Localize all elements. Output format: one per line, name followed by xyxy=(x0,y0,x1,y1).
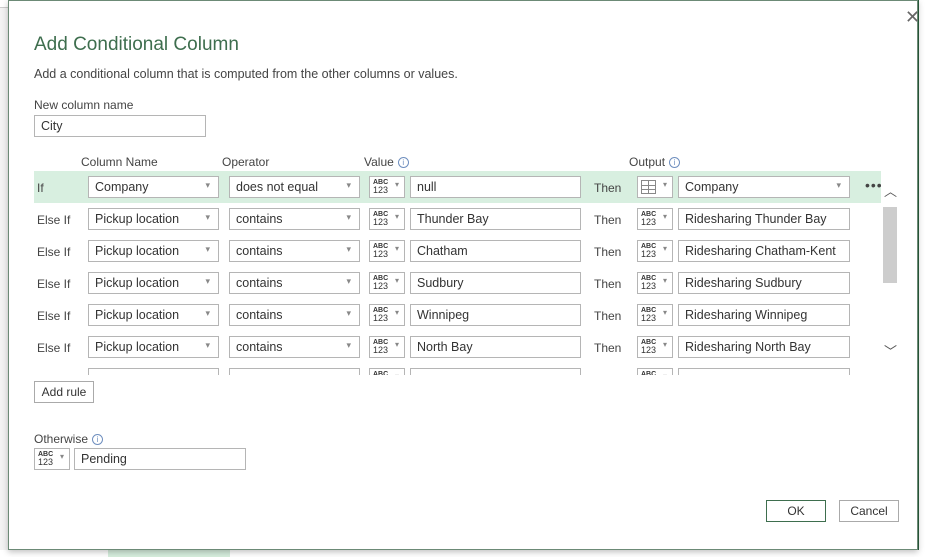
output-type-dropdown[interactable]: ▾ xyxy=(637,176,673,198)
output-type-dropdown[interactable]: ABC123▾ xyxy=(637,368,673,375)
value-type-dropdown[interactable]: ABC123▾ xyxy=(369,304,405,326)
then-label: Then xyxy=(594,309,622,323)
header-column-name: Column Name xyxy=(81,155,158,169)
value-type-dropdown[interactable]: ABC123▾ xyxy=(369,240,405,262)
column-name-dropdown[interactable] xyxy=(88,368,219,375)
rule-label: Else If xyxy=(37,213,71,227)
rule-row: ABC123▾ ABC123▾ xyxy=(34,363,899,375)
rule-label: Else If xyxy=(37,341,71,355)
value-input[interactable] xyxy=(410,368,581,375)
output-type-dropdown[interactable]: ABC123▾ xyxy=(637,208,673,230)
value-type-dropdown[interactable]: ABC123▾ xyxy=(369,272,405,294)
output-type-dropdown[interactable]: ABC123▾ xyxy=(637,272,673,294)
output-input[interactable]: Ridesharing Winnipeg xyxy=(678,304,850,326)
background-grid xyxy=(0,550,935,557)
output-input[interactable]: Ridesharing Thunder Bay xyxy=(678,208,850,230)
output-type-dropdown[interactable]: ABC123▾ xyxy=(637,240,673,262)
rule-row: Else IfPickup locationcontainsABC123▾Nor… xyxy=(34,331,899,363)
header-operator: Operator xyxy=(222,155,270,169)
column-name-dropdown[interactable]: Pickup location xyxy=(88,272,219,294)
then-label: Then xyxy=(594,277,622,291)
rule-row: Else IfPickup locationcontainsABC123▾Cha… xyxy=(34,235,899,267)
operator-dropdown[interactable]: contains xyxy=(229,336,360,358)
then-label: Then xyxy=(594,341,622,355)
rule-row: Else IfPickup locationcontainsABC123▾Sud… xyxy=(34,267,899,299)
new-column-label: New column name xyxy=(34,98,134,112)
rule-row: Else IfPickup locationcontainsABC123▾Win… xyxy=(34,299,899,331)
dialog-description: Add a conditional column that is compute… xyxy=(34,67,458,81)
output-input[interactable] xyxy=(678,368,850,375)
value-type-dropdown[interactable]: ABC123▾ xyxy=(369,368,405,375)
header-output: Output i xyxy=(629,155,681,169)
rule-label: Else If xyxy=(37,245,71,259)
operator-dropdown[interactable]: contains xyxy=(229,272,360,294)
dialog-title: Add Conditional Column xyxy=(34,34,239,55)
otherwise-type-dropdown[interactable]: ABC 123 ▾ xyxy=(34,448,70,470)
value-input[interactable]: null xyxy=(410,176,581,198)
value-type-dropdown[interactable]: ABC123▾ xyxy=(369,208,405,230)
value-type-dropdown[interactable]: ABC123▾ xyxy=(369,176,405,198)
rule-row: Else IfPickup locationcontainsABC123▾Thu… xyxy=(34,203,899,235)
header-output-text: Output xyxy=(629,155,666,169)
new-column-name-input[interactable]: City xyxy=(34,115,206,137)
add-conditional-column-dialog: ✕ Add Conditional Column Add a condition… xyxy=(8,0,920,550)
value-input[interactable]: Sudbury xyxy=(410,272,581,294)
operator-dropdown[interactable]: contains xyxy=(229,240,360,262)
rule-row: IfCompanydoes not equalABC123▾nullThen▾C… xyxy=(34,171,899,203)
rule-label: If xyxy=(37,181,44,195)
scrollbar-thumb[interactable] xyxy=(883,207,897,283)
rules-scrollbar[interactable]: ︿ ﹀ xyxy=(881,171,899,375)
output-input[interactable]: Ridesharing Sudbury xyxy=(678,272,850,294)
output-input[interactable]: Ridesharing North Bay xyxy=(678,336,850,358)
scroll-up-icon[interactable]: ︿ xyxy=(884,181,897,200)
add-rule-button[interactable]: Add rule xyxy=(34,381,94,403)
header-value-text: Value xyxy=(364,155,394,169)
rule-label: Else If xyxy=(37,309,71,323)
background-sheet xyxy=(917,0,935,557)
output-input[interactable]: Ridesharing Chatham-Kent xyxy=(678,240,850,262)
ok-button[interactable]: OK xyxy=(766,500,826,522)
column-name-dropdown[interactable]: Pickup location xyxy=(88,304,219,326)
value-input[interactable]: North Bay xyxy=(410,336,581,358)
output-type-dropdown[interactable]: ABC123▾ xyxy=(637,336,673,358)
info-icon[interactable]: i xyxy=(92,434,104,446)
column-name-dropdown[interactable]: Pickup location xyxy=(88,208,219,230)
cancel-button[interactable]: Cancel xyxy=(839,500,899,522)
info-icon[interactable]: i xyxy=(669,157,681,169)
output-type-dropdown[interactable]: ABC123▾ xyxy=(637,304,673,326)
otherwise-label: Otherwise i xyxy=(34,432,104,446)
rules-list: IfCompanydoes not equalABC123▾nullThen▾C… xyxy=(34,171,899,375)
then-label: Then xyxy=(594,245,622,259)
column-name-dropdown[interactable]: Pickup location xyxy=(88,240,219,262)
value-type-dropdown[interactable]: ABC123▾ xyxy=(369,336,405,358)
scroll-down-icon[interactable]: ﹀ xyxy=(884,341,897,360)
operator-dropdown[interactable]: contains xyxy=(229,304,360,326)
then-label: Then xyxy=(594,181,622,195)
close-icon[interactable]: ✕ xyxy=(905,7,920,28)
otherwise-label-text: Otherwise xyxy=(34,432,89,446)
column-name-dropdown[interactable]: Company xyxy=(88,176,219,198)
value-input[interactable]: Winnipeg xyxy=(410,304,581,326)
header-value: Value i xyxy=(364,155,409,169)
then-label: Then xyxy=(594,213,622,227)
operator-dropdown[interactable]: contains xyxy=(229,208,360,230)
otherwise-value-input[interactable]: Pending xyxy=(74,448,246,470)
rule-label: Else If xyxy=(37,277,71,291)
output-input[interactable]: Company xyxy=(678,176,850,198)
operator-dropdown[interactable] xyxy=(229,368,360,375)
info-icon[interactable]: i xyxy=(397,157,409,169)
value-input[interactable]: Chatham xyxy=(410,240,581,262)
value-input[interactable]: Thunder Bay xyxy=(410,208,581,230)
table-icon xyxy=(641,180,656,194)
column-name-dropdown[interactable]: Pickup location xyxy=(88,336,219,358)
operator-dropdown[interactable]: does not equal xyxy=(229,176,360,198)
